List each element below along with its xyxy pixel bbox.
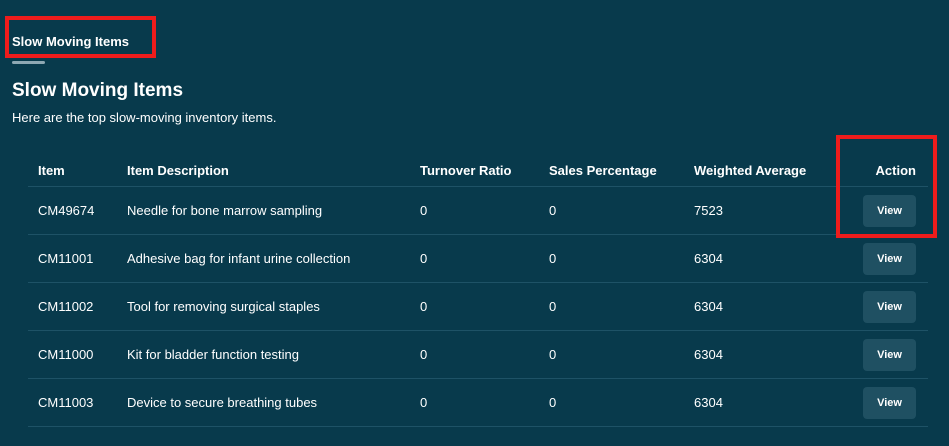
weighted-average: 6304 [694, 251, 723, 266]
turnover-ratio: 0 [420, 395, 428, 410]
weighted-average: 6304 [694, 347, 723, 362]
item-description: Device to secure breathing tubes [127, 395, 318, 410]
action-cell: View [863, 283, 916, 330]
item-description: Needle for bone marrow sampling [127, 203, 323, 218]
item-code: CM49674 [38, 203, 95, 218]
item-description: Tool for removing surgical staples [127, 299, 320, 314]
column-header-weighted-average: Weighted Average [694, 163, 807, 178]
tab-slow-moving-items[interactable]: Slow Moving Items [12, 34, 129, 49]
column-header-description: Item Description [127, 163, 229, 178]
sales-percentage: 0 [549, 347, 557, 362]
view-button[interactable]: View [863, 386, 916, 419]
column-header-turnover-ratio: Turnover Ratio [420, 163, 512, 178]
item-code: CM11001 [38, 251, 94, 266]
table-row: CM11000 Kit for bladder function testing… [28, 331, 928, 379]
table-row: CM11002 Tool for removing surgical stapl… [28, 283, 928, 331]
turnover-ratio: 0 [420, 299, 428, 314]
item-code: CM11002 [38, 299, 94, 314]
table-header-row: Item Item Description Turnover Ratio Sal… [28, 155, 928, 187]
sales-percentage: 0 [549, 203, 557, 218]
view-button[interactable]: View [863, 194, 916, 227]
turnover-ratio: 0 [420, 203, 428, 218]
table-row: CM11001 Adhesive bag for infant urine co… [28, 235, 928, 283]
view-button[interactable]: View [863, 338, 916, 371]
sales-percentage: 0 [549, 395, 557, 410]
table-row: CM49674 Needle for bone marrow sampling … [28, 187, 928, 235]
action-cell: View [863, 379, 916, 426]
page-title: Slow Moving Items [12, 80, 184, 101]
column-header-sales-percentage: Sales Percentage [549, 163, 657, 178]
weighted-average: 7523 [694, 203, 723, 218]
active-tab-indicator [12, 61, 45, 64]
action-cell: View [863, 187, 916, 234]
sales-percentage: 0 [549, 251, 557, 266]
turnover-ratio: 0 [420, 251, 428, 266]
sales-percentage: 0 [549, 299, 557, 314]
page-subtitle: Here are the top slow-moving inventory i… [12, 110, 277, 125]
view-button[interactable]: View [863, 290, 916, 323]
view-button[interactable]: View [863, 242, 916, 275]
action-cell: View [863, 331, 916, 378]
column-header-item: Item [38, 163, 65, 178]
item-description: Kit for bladder function testing [127, 347, 299, 362]
turnover-ratio: 0 [420, 347, 428, 362]
table-row: CM11003 Device to secure breathing tubes… [28, 379, 928, 427]
weighted-average: 6304 [694, 299, 723, 314]
weighted-average: 6304 [694, 395, 723, 410]
column-header-action: Action [875, 163, 916, 178]
item-description: Adhesive bag for infant urine collection [127, 251, 351, 266]
item-code: CM11003 [38, 395, 94, 410]
slow-moving-items-table: Item Item Description Turnover Ratio Sal… [28, 155, 928, 427]
item-code: CM11000 [38, 347, 94, 362]
action-cell: View [863, 235, 916, 282]
